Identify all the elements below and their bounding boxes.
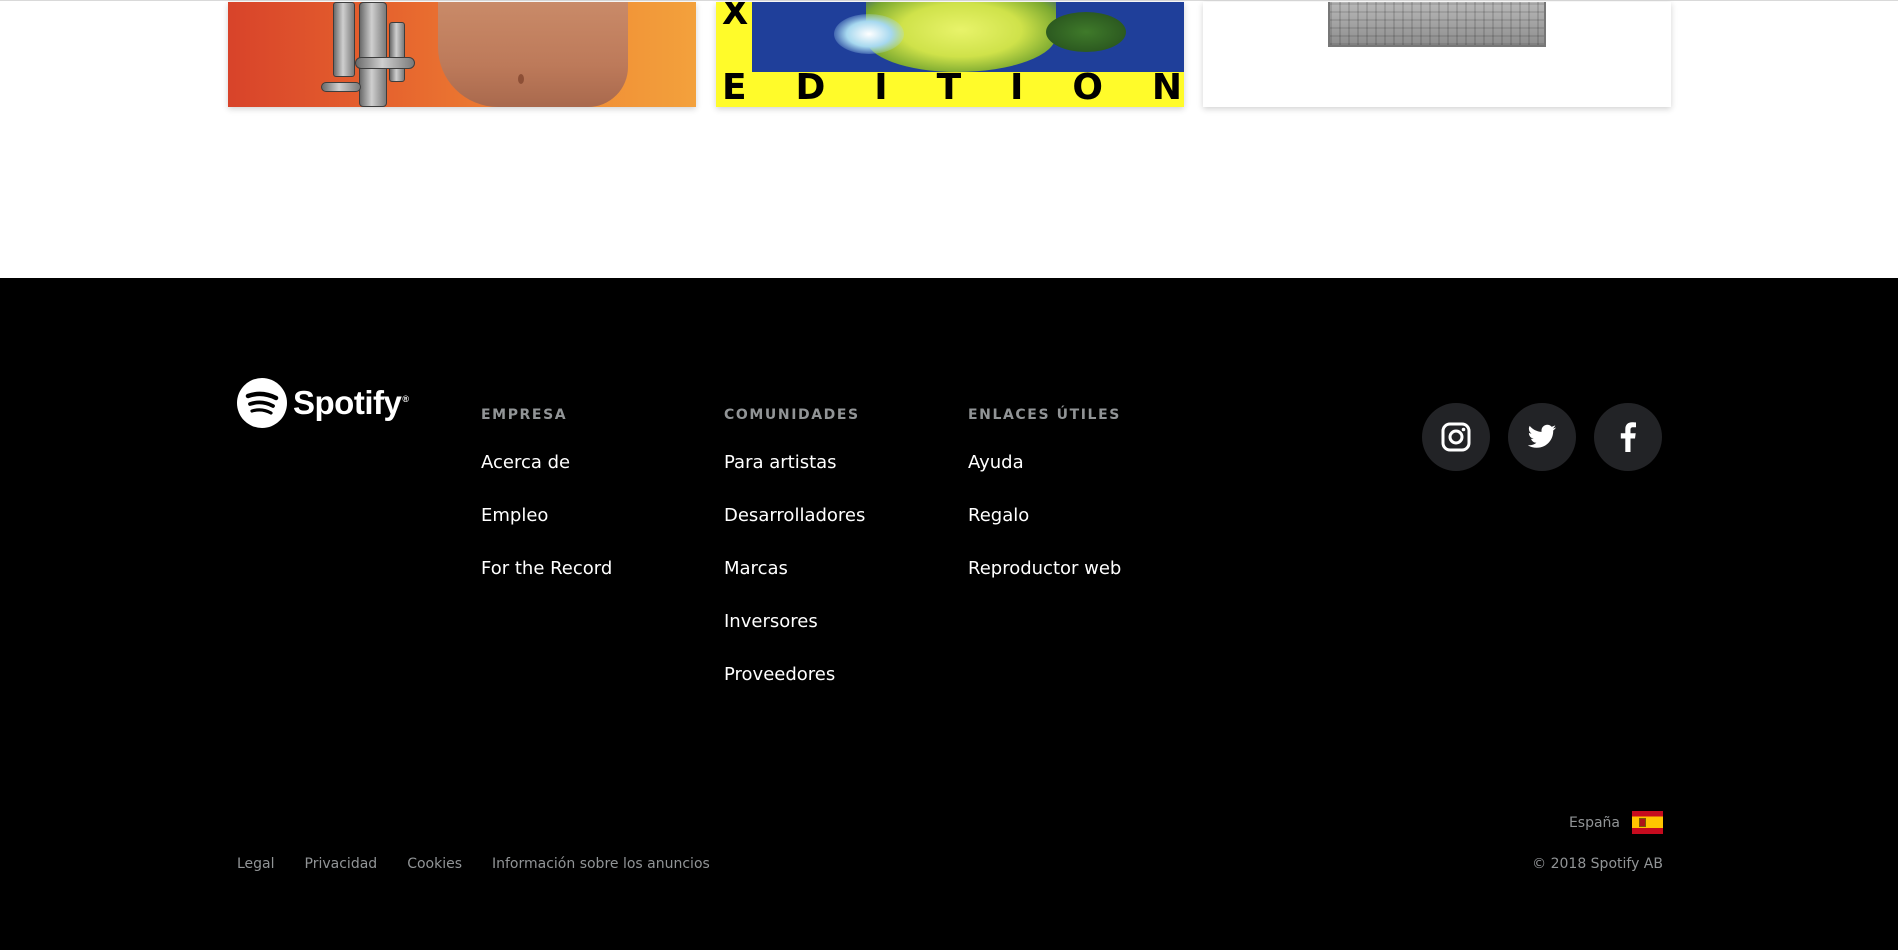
ornament-art [1328,2,1546,47]
cover-word-letter: N [1151,67,1182,107]
site-footer: Spotify® EMPRESA Acerca de Empleo For th… [0,278,1898,950]
registered-mark: ® [402,394,409,404]
machine-art [303,2,428,107]
link-list: Ayuda Regalo Reproductor web [968,452,1121,611]
album-cover-1[interactable] [228,2,696,107]
footer-link-acerca-de[interactable]: Acerca de [481,452,570,473]
facebook-icon [1620,422,1636,452]
legal-links: Legal Privacidad Cookies Información sob… [237,856,710,872]
spotify-icon [237,378,287,428]
legal-link[interactable]: Legal [237,856,275,872]
copyright: © 2018 Spotify AB [1532,856,1663,872]
cover-land-detail [1046,12,1126,52]
album-cover-3[interactable] [1203,2,1671,107]
column-title: EMPRESA [481,407,568,423]
figure-detail [518,74,524,84]
link-list: Acerca de Empleo For the Record [481,452,612,611]
social-links [1422,403,1662,471]
cover-letter: X [722,2,749,33]
twitter-icon [1527,424,1556,448]
cover-word-letter: I [874,67,888,107]
cover-word-letter: O [1072,67,1103,107]
spotify-wordmark: Spotify® [293,384,409,422]
footer-column-enlaces-utiles: ENLACES ÚTILES Ayuda Regalo Reproductor … [968,406,1121,611]
footer-link-regalo[interactable]: Regalo [968,505,1029,526]
flag-emblem [1639,818,1646,827]
album-cover-2[interactable]: X E D I T I O N [716,2,1184,107]
footer-link-empleo[interactable]: Empleo [481,505,548,526]
footer-link-ayuda[interactable]: Ayuda [968,452,1024,473]
cover-word-letter: T [936,67,962,107]
cover-word-letter: I [1010,67,1024,107]
footer-link-para-artistas[interactable]: Para artistas [724,452,837,473]
cover-word: E D I T I O N [722,70,1182,106]
country-selector[interactable]: España [1569,811,1663,834]
instagram-icon [1441,422,1471,452]
cookies-link[interactable]: Cookies [407,856,462,872]
cover-water [834,14,904,54]
column-title: COMUNIDADES [724,407,860,423]
cover-word-letter: E [722,67,747,107]
footer-link-proveedores[interactable]: Proveedores [724,664,835,685]
footer-column-empresa: EMPRESA Acerca de Empleo For the Record [481,406,612,611]
figure-art [438,2,628,107]
brand-name: Spotify [293,384,402,421]
privacy-link[interactable]: Privacidad [305,856,378,872]
country-name: España [1568,814,1620,831]
column-title: ENLACES ÚTILES [968,407,1121,423]
facebook-button[interactable] [1594,403,1662,471]
footer-link-inversores[interactable]: Inversores [724,611,818,632]
link-list: Para artistas Desarrolladores Marcas Inv… [724,452,865,717]
spain-flag-icon [1632,811,1663,834]
instagram-button[interactable] [1422,403,1490,471]
ads-info-link[interactable]: Información sobre los anuncios [492,856,710,872]
cover-word-letter: D [795,67,826,107]
footer-column-comunidades: COMUNIDADES Para artistas Desarrolladore… [724,406,865,717]
footer-link-desarrolladores[interactable]: Desarrolladores [724,505,865,526]
spotify-logo[interactable]: Spotify® [237,378,409,428]
footer-link-for-the-record[interactable]: For the Record [481,558,612,579]
footer-link-reproductor-web[interactable]: Reproductor web [968,558,1121,579]
twitter-button[interactable] [1508,403,1576,471]
footer-link-marcas[interactable]: Marcas [724,558,788,579]
album-grid: X E D I T I O N [0,0,1898,278]
